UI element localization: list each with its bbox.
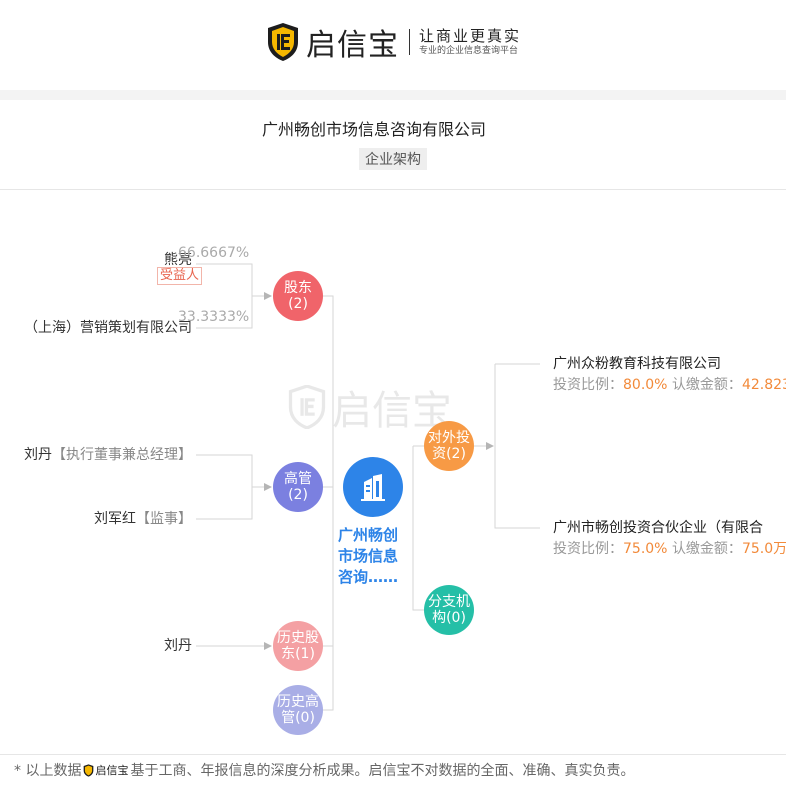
executive-role: 【监事】 bbox=[136, 511, 192, 527]
investment-ratio: 80.0% bbox=[623, 377, 668, 393]
investment-amount-label: 认缴金额： bbox=[671, 541, 742, 557]
executive-row[interactable]: 刘丹【执行董事兼总经理】 bbox=[24, 444, 192, 464]
center-company-node[interactable] bbox=[343, 457, 403, 517]
investment-name[interactable]: 广州市畅创投资合伙企业（有限合 bbox=[553, 517, 763, 537]
investment-ratio-label: 投资比例： bbox=[553, 377, 623, 393]
executive-row[interactable]: 刘军红【监事】 bbox=[94, 508, 192, 528]
investment-ratio: 75.0% bbox=[623, 541, 668, 557]
investment-amount: 75.0万元 bbox=[741, 541, 786, 557]
investments-node[interactable]: 对外投 资(2) bbox=[424, 421, 474, 471]
beneficiary-tag: 受益人 bbox=[157, 267, 203, 285]
shareholders-node[interactable]: 股东 (2) bbox=[273, 271, 323, 321]
investment-amount: 42.823 bbox=[741, 377, 786, 393]
branches-node-label: 分支机 构(0) bbox=[428, 594, 470, 626]
investment-name[interactable]: 广州众粉教育科技有限公司 bbox=[553, 353, 721, 373]
footer-brand: 启信宝 bbox=[95, 764, 129, 777]
shareholder-pct: 66.6667% bbox=[178, 245, 250, 261]
investment-detail: 投资比例：75.0% 认缴金额：75.0万元 bbox=[553, 538, 786, 558]
footer-disclaimer: * 以上数据 启信宝 基于工商、年报信息的深度分析成果。启信宝不对数据的全面、准… bbox=[14, 760, 634, 780]
shareholder-pct: 33.3333% bbox=[178, 309, 250, 325]
history-shareholders-node-label: 历史股 东(1) bbox=[277, 630, 319, 662]
history-shareholder-name[interactable]: 刘丹 bbox=[164, 635, 192, 655]
executives-node-label: 高管 (2) bbox=[284, 471, 312, 503]
footer-shield-icon bbox=[84, 763, 94, 777]
history-executives-node[interactable]: 历史高 管(0) bbox=[273, 685, 323, 735]
center-name-line: 广州畅创 bbox=[338, 526, 399, 544]
investments-node-label: 对外投 资(2) bbox=[428, 430, 470, 462]
history-shareholders-node[interactable]: 历史股 东(1) bbox=[273, 621, 323, 671]
footer-divider bbox=[0, 754, 786, 755]
investment-ratio-label: 投资比例： bbox=[553, 541, 623, 557]
center-name-line: 咨询…… bbox=[338, 568, 399, 586]
connector-lines bbox=[196, 263, 540, 711]
history-executives-node-label: 历史高 管(0) bbox=[277, 694, 319, 726]
shareholders-node-label: 股东 (2) bbox=[284, 280, 312, 312]
building-icon bbox=[361, 474, 385, 501]
branches-node[interactable]: 分支机 构(0) bbox=[424, 585, 474, 635]
investment-detail: 投资比例：80.0% 认缴金额：42.823 bbox=[553, 374, 786, 394]
executive-name: 刘丹 bbox=[24, 447, 52, 463]
footer-suffix: 基于工商、年报信息的深度分析成果。启信宝不对数据的全面、准确、真实负责。 bbox=[130, 763, 635, 779]
center-name-line: 市场信息 bbox=[338, 547, 399, 565]
investment-amount-label: 认缴金额： bbox=[671, 377, 742, 393]
executive-role: 【执行董事兼总经理】 bbox=[52, 447, 192, 463]
center-company-name[interactable]: 广州畅创 市场信息 咨询…… bbox=[338, 525, 410, 588]
footer-prefix: * 以上数据 bbox=[14, 763, 82, 779]
shareholder-name[interactable]: （上海）营销策划有限公司 bbox=[24, 317, 192, 337]
executives-node[interactable]: 高管 (2) bbox=[273, 462, 323, 512]
footer-brand-logo: 启信宝 bbox=[83, 762, 128, 778]
executive-name: 刘军红 bbox=[94, 511, 136, 527]
